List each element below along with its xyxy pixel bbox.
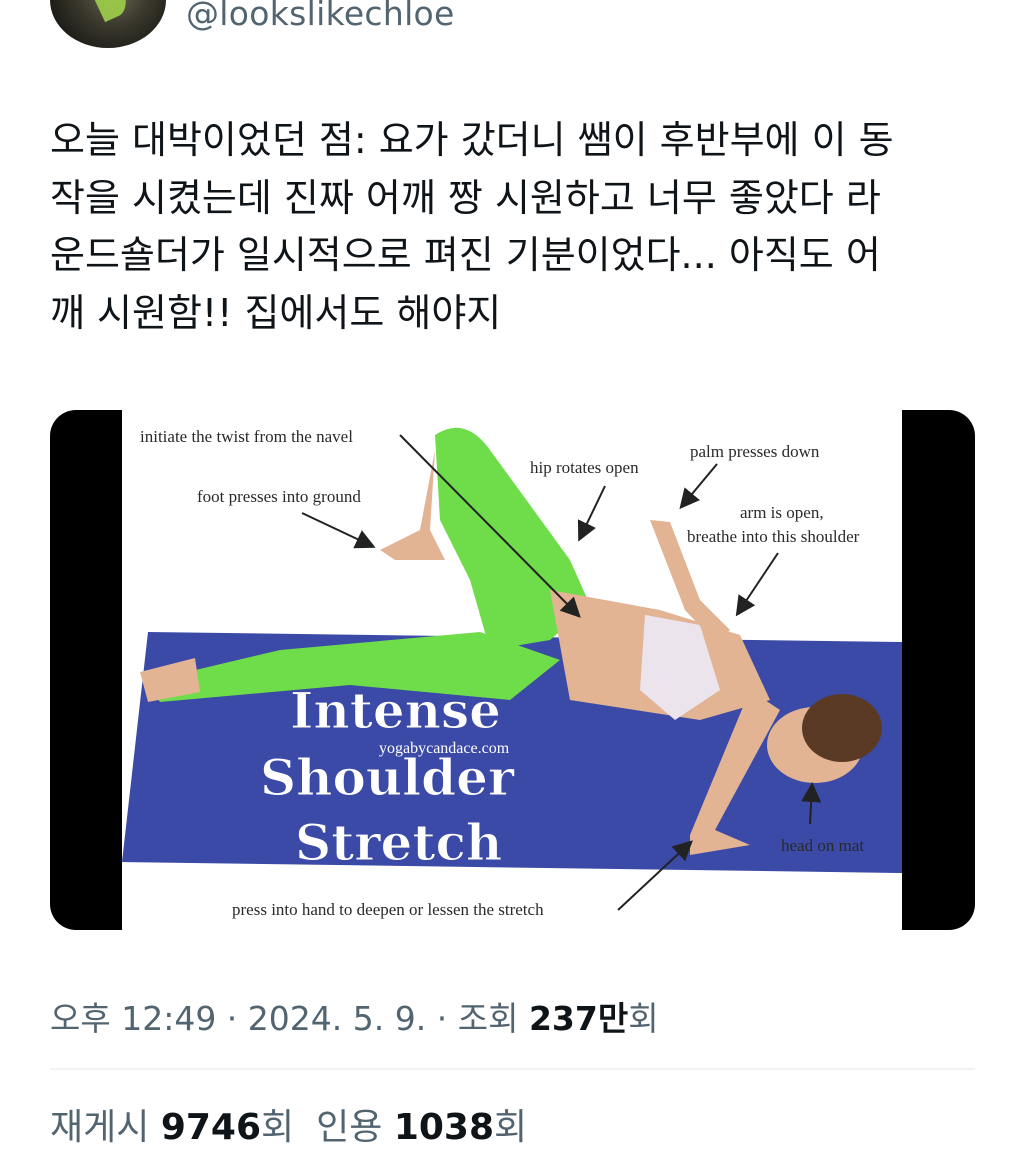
annotation-palm: palm presses down — [690, 442, 820, 461]
engagement-stats: 재게시 9746회 인용 1038회 — [50, 1098, 527, 1150]
retweets-count: 9746 — [160, 1107, 262, 1148]
timestamp-date[interactable]: 2024. 5. 9. — [248, 999, 426, 1038]
title-line-1: Intense — [290, 681, 501, 740]
tweet-meta: 오후 12:49 · 2024. 5. 9. · 조회 237만회 — [50, 992, 659, 1040]
divider — [50, 1068, 975, 1070]
yoga-illustration: initiate the twist from the navel foot p… — [122, 410, 902, 930]
title-line-3: Stretch — [295, 813, 502, 872]
meta-separator: · — [216, 999, 248, 1038]
views-count: 237만 — [528, 999, 629, 1038]
annotation-hip: hip rotates open — [530, 458, 639, 477]
views-label: 조회 — [457, 999, 529, 1038]
tweet-media[interactable]: initiate the twist from the navel foot p… — [50, 410, 975, 930]
quotes-count: 1038 — [393, 1107, 495, 1148]
watermark: yogabycandace.com — [379, 740, 510, 757]
quotes-suffix: 회 — [494, 1107, 528, 1148]
quotes-label: 인용 — [316, 1107, 394, 1148]
annotation-foot: foot presses into ground — [197, 487, 361, 506]
author-handle[interactable]: @lookslikechloe — [186, 0, 455, 33]
annotation-arm-2: breathe into this shoulder — [687, 527, 860, 546]
image-title: Intense Shoulder Stretch — [260, 681, 516, 873]
retweets-stat[interactable]: 재게시 9746회 — [50, 1107, 294, 1148]
avatar-leaf — [85, 0, 133, 23]
timestamp-time[interactable]: 오후 12:49 — [50, 999, 216, 1038]
views-suffix: 회 — [628, 999, 659, 1038]
annotation-arm-1: arm is open, — [740, 503, 824, 522]
avatar[interactable] — [50, 0, 166, 48]
annotation-initiate: initiate the twist from the navel — [140, 427, 353, 446]
retweets-label: 재게시 — [50, 1107, 161, 1148]
quotes-stat[interactable]: 인용 1038회 — [316, 1107, 527, 1148]
tweet-text: 오늘 대박이었던 점: 요가 갔더니 쌤이 후반부에 이 동 작을 시켰는데 진… — [50, 118, 894, 335]
annotation-head: head on mat — [781, 836, 864, 855]
annotation-press: press into hand to deepen or lessen the … — [232, 900, 544, 919]
retweets-suffix: 회 — [261, 1107, 295, 1148]
meta-separator: · — [426, 999, 458, 1038]
